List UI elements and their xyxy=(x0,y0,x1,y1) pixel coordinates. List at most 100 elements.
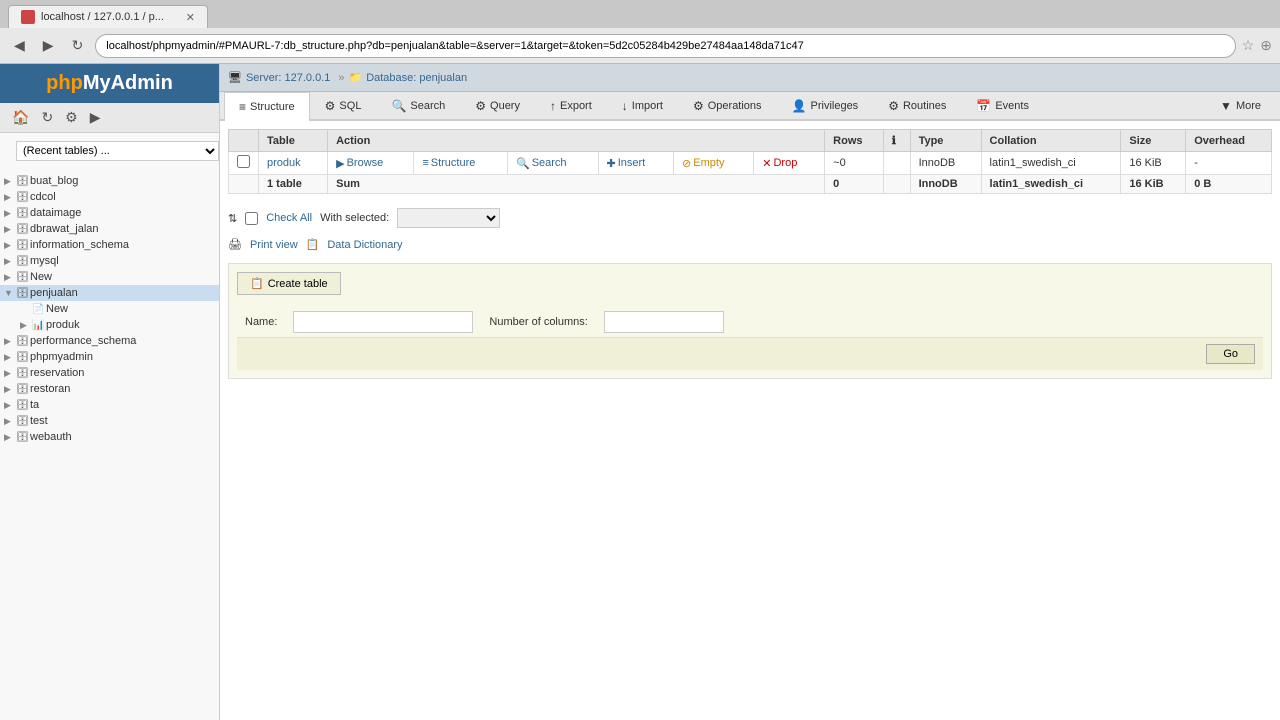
row-checkbox[interactable] xyxy=(237,155,250,168)
table-name-input[interactable] xyxy=(293,311,473,333)
tab-favicon xyxy=(21,10,35,24)
tab-privileges[interactable]: 👤 Privileges xyxy=(777,92,874,119)
table-controls: ⇅ Check All With selected: Browse Drop E… xyxy=(228,202,1272,234)
with-selected-select[interactable]: Browse Drop Empty Check Table Optimize T… xyxy=(397,208,500,228)
sidebar-item-dbrawat_jalan[interactable]: ▶ 🗄 dbrawat_jalan xyxy=(0,221,219,237)
row-drop-cell: ✕ Drop xyxy=(754,152,825,175)
extensions-icon[interactable]: ⊕ xyxy=(1260,37,1272,54)
sidebar-item-buat_blog[interactable]: ▶ 🗄 buat_blog xyxy=(0,173,219,189)
tab-routines-label: Routines xyxy=(903,100,946,112)
sidebar-item-produk[interactable]: ▶ 📊 produk xyxy=(16,317,219,333)
browse-link[interactable]: ▶ Browse xyxy=(336,157,383,170)
table-row: produk ▶ Browse ≡ Structure xyxy=(229,152,1272,175)
sidebar-item-restoran[interactable]: ▶ 🗄 restoran xyxy=(0,381,219,397)
db-label: mysql xyxy=(30,255,59,267)
row-rows: ~0 xyxy=(825,152,884,175)
tab-import[interactable]: ↓ Import xyxy=(607,92,678,119)
table-label: produk xyxy=(46,319,80,331)
db-icon: 🗄 xyxy=(16,336,28,347)
db-icon: 🗄 xyxy=(16,384,28,395)
sidebar-item-new-top[interactable]: ▶ 🗄 New xyxy=(0,269,219,285)
search-link[interactable]: 🔍 Search xyxy=(516,157,567,170)
breadcrumb-db-icon: 📁 xyxy=(348,71,362,84)
sidebar: phpMyAdmin 🏠 ↻ ⚙ ▶ (Recent tables) ... ▶… xyxy=(0,64,220,720)
empty-link[interactable]: ⊘ Empty xyxy=(682,157,724,170)
url-bar[interactable] xyxy=(95,34,1235,58)
table-icon: 📊 xyxy=(32,320,44,331)
db-icon: 🗄 xyxy=(16,416,28,427)
db-label: penjualan xyxy=(30,287,78,299)
sidebar-item-cdcol[interactable]: ▶ 🗄 cdcol xyxy=(0,189,219,205)
breadcrumb-server-link[interactable]: Server: 127.0.0.1 xyxy=(246,72,330,84)
sum-label: 1 table xyxy=(259,175,328,194)
table-columns-input[interactable] xyxy=(604,311,724,333)
col-type-icon: ℹ xyxy=(883,130,910,152)
row-browse-cell: ▶ Browse xyxy=(328,152,414,175)
db-icon: 🗄 xyxy=(16,176,28,187)
sidebar-item-dataimage[interactable]: ▶ 🗄 dataimage xyxy=(0,205,219,221)
expand-icon: ▶ xyxy=(4,416,14,427)
recent-tables-select[interactable]: (Recent tables) ... xyxy=(16,141,219,161)
tab-export[interactable]: ↑ Export xyxy=(535,92,607,119)
sidebar-item-penjualan[interactable]: ▼ 🗄 penjualan xyxy=(0,285,219,301)
tab-more[interactable]: ▼ More xyxy=(1205,92,1276,119)
structure-link[interactable]: ≡ Structure xyxy=(422,157,475,169)
sidebar-item-test[interactable]: ▶ 🗄 test xyxy=(0,413,219,429)
sidebar-item-phpmyadmin[interactable]: ▶ 🗄 phpmyadmin xyxy=(0,349,219,365)
settings-button[interactable]: ⚙ xyxy=(61,107,82,128)
row-structure-cell: ≡ Structure xyxy=(414,152,508,175)
browser-tab[interactable]: localhost / 127.0.0.1 / p... ✕ xyxy=(8,5,208,28)
sidebar-toolbar: 🏠 ↻ ⚙ ▶ xyxy=(0,103,219,133)
sidebar-item-information_schema[interactable]: ▶ 🗄 information_schema xyxy=(0,237,219,253)
row-search-cell: 🔍 Search xyxy=(507,152,598,175)
create-table-button[interactable]: 📋 Create table xyxy=(237,272,341,295)
sum-info xyxy=(883,175,910,194)
home-button[interactable]: 🏠 xyxy=(8,107,33,128)
check-all-button[interactable]: Check All xyxy=(266,212,312,224)
expand-icon: ▶ xyxy=(4,272,14,283)
console-button[interactable]: ▶ xyxy=(86,107,105,128)
breadcrumb-db-link[interactable]: Database: penjualan xyxy=(366,72,467,84)
tab-operations[interactable]: ⚙ Operations xyxy=(678,92,777,119)
col-type: Type xyxy=(910,130,981,152)
expand-icon: ▶ xyxy=(4,368,14,379)
sidebar-item-performance_schema[interactable]: ▶ 🗄 performance_schema xyxy=(0,333,219,349)
db-label: phpmyadmin xyxy=(30,351,93,363)
data-dictionary-link[interactable]: Data Dictionary xyxy=(327,239,402,251)
sum-checkbox xyxy=(229,175,259,194)
tab-routines[interactable]: ⚙ Routines xyxy=(873,92,961,119)
create-table-form: Name: Number of columns: xyxy=(237,307,1263,337)
tab-close-button[interactable]: ✕ xyxy=(186,11,195,24)
bookmark-icon[interactable]: ☆ xyxy=(1242,37,1255,54)
tab-export-label: Export xyxy=(560,100,592,112)
tab-sql[interactable]: ⚙ SQL xyxy=(310,92,377,119)
forward-button[interactable]: ▶ xyxy=(37,35,60,56)
tab-events[interactable]: 📅 Events xyxy=(961,92,1044,119)
go-button[interactable]: Go xyxy=(1206,344,1255,364)
drop-link[interactable]: ✕ Drop xyxy=(762,157,797,170)
insert-link[interactable]: ✚ Insert xyxy=(607,157,646,170)
tab-structure[interactable]: ≡ Structure xyxy=(224,92,310,121)
create-table-panel: 📋 Create table Name: Number of columns: … xyxy=(228,263,1272,379)
tab-search[interactable]: 🔍 Search xyxy=(376,92,460,119)
sum-rows: 0 xyxy=(825,175,884,194)
sidebar-item-ta[interactable]: ▶ 🗄 ta xyxy=(0,397,219,413)
table-name-link[interactable]: produk xyxy=(267,157,301,169)
expand-icon: ▼ xyxy=(4,288,14,298)
sidebar-item-reservation[interactable]: ▶ 🗄 reservation xyxy=(0,365,219,381)
sidebar-item-penjualan-new[interactable]: 📄 New xyxy=(16,301,219,317)
print-view-link[interactable]: Print view xyxy=(250,239,298,251)
col-table: Table xyxy=(259,130,328,152)
check-all-checkbox[interactable] xyxy=(245,212,258,225)
reload-button[interactable]: ↻ xyxy=(66,35,90,56)
expand-icon: ▶ xyxy=(4,192,14,203)
sidebar-item-webauth[interactable]: ▶ 🗄 webauth xyxy=(0,429,219,445)
refresh-button[interactable]: ↻ xyxy=(37,107,57,128)
sum-overhead: 0 B xyxy=(1186,175,1272,194)
db-label: webauth xyxy=(30,431,72,443)
db-label: dataimage xyxy=(30,207,81,219)
tab-query[interactable]: ⚙ Query xyxy=(460,92,535,119)
back-button[interactable]: ◀ xyxy=(8,35,31,56)
sidebar-item-mysql[interactable]: ▶ 🗄 mysql xyxy=(0,253,219,269)
db-label: buat_blog xyxy=(30,175,78,187)
